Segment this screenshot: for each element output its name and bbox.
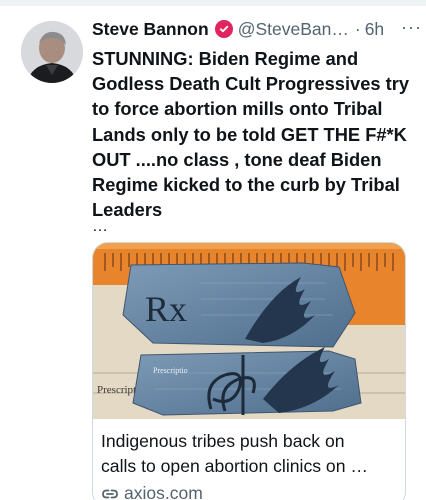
card-title-line: Indigenous tribes push back on (101, 431, 345, 451)
tweet-text-line: Regime kicked to the curb by Tribal (92, 174, 400, 196)
tweet-header: Steve Bannon @SteveBan… · 6h ··· (92, 17, 422, 41)
card-title[interactable]: Indigenous tribes push back on calls to … (101, 429, 401, 479)
author-handle[interactable]: @SteveBan… (238, 19, 349, 40)
link-preview-card[interactable]: Prescriptic Rx Prescriptio Indigenous tr… (92, 242, 406, 500)
verified-badge-icon (214, 20, 233, 38)
tweet-text-line: STUNNING: Biden Regime and (92, 48, 359, 69)
tweet-text-line: OUT ....no class , tone deaf Biden (92, 148, 382, 170)
author-name[interactable]: Steve Bannon (92, 19, 209, 40)
card-domain-text: axios.com (124, 483, 203, 500)
tweet-text-line: to force abortion mills onto Tribal (92, 98, 383, 120)
separator-dot: · (354, 18, 361, 39)
tweet-text-line: Godless Death Cult Progressives try (92, 73, 409, 95)
card-title-line: calls to open abortion clinics on … (101, 456, 368, 476)
timestamp[interactable]: 6h (365, 19, 384, 40)
rx-symbol: Rx (145, 289, 187, 329)
prescription-text-center: Prescriptio (153, 366, 188, 375)
top-divider (0, 0, 426, 6)
tweet-text-line: Lands only to be told GET THE F#*K (92, 123, 407, 145)
card-image[interactable]: Prescriptic Rx Prescriptio (93, 243, 405, 419)
link-icon (102, 489, 118, 498)
text-truncation[interactable]: … (92, 218, 108, 236)
tweet-text-line: Leaders (92, 199, 163, 221)
tweet-text: STUNNING: Biden Regime and Godless Death… (92, 46, 414, 222)
card-domain[interactable]: axios.com (101, 483, 203, 500)
avatar[interactable] (21, 21, 83, 83)
more-icon[interactable]: ··· (401, 17, 422, 38)
